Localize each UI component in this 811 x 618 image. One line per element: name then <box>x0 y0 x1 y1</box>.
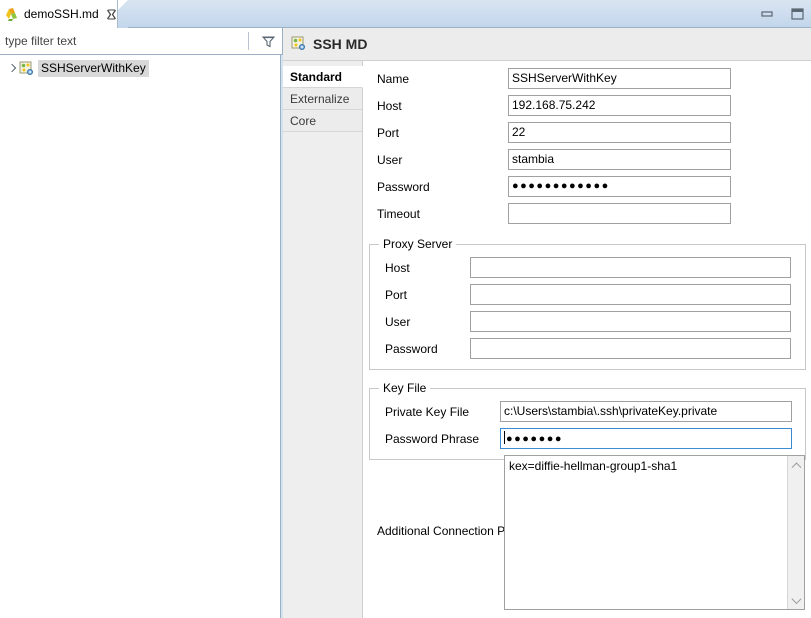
proxy-server-group: Proxy Server Host Port User Password <box>369 244 806 370</box>
acp-textarea-value[interactable]: kex=diffie-hellman-group1-sha1 <box>505 456 787 609</box>
proxy-row-password: Password <box>370 335 805 362</box>
editor-tab-label: demoSSH.md <box>24 7 99 21</box>
timeout-field[interactable] <box>508 203 731 224</box>
page-title: SSH MD <box>313 36 367 52</box>
editor-tab-demossh[interactable]: demoSSH.md <box>0 0 118 28</box>
port-label: Port <box>363 126 508 140</box>
proxy-row-port: Port <box>370 281 805 308</box>
proxy-server-group-title: Proxy Server <box>379 237 456 251</box>
filter-row <box>0 28 283 55</box>
scroll-down-icon[interactable] <box>788 592 805 609</box>
proxy-host-field[interactable] <box>470 257 791 278</box>
additional-connection-properties-textarea[interactable]: kex=diffie-hellman-group1-sha1 <box>504 455 805 610</box>
text-cursor <box>504 431 505 444</box>
application-window: demoSSH.md <box>0 0 811 618</box>
proxy-row-user: User <box>370 308 805 335</box>
list-item[interactable]: SSHServerWithKey <box>0 59 280 78</box>
key-file-row-private-key: Private Key File c:\Users\stambia\.ssh\p… <box>370 398 805 425</box>
field-row-timeout: Timeout <box>363 200 811 227</box>
timeout-label: Timeout <box>363 207 508 221</box>
vertical-scrollbar[interactable] <box>787 456 804 609</box>
stambia-file-icon <box>4 6 20 22</box>
scroll-up-icon[interactable] <box>788 456 805 473</box>
user-field[interactable]: stambia <box>508 149 731 170</box>
close-icon[interactable] <box>105 8 118 21</box>
tree-item-label: SSHServerWithKey <box>38 60 149 77</box>
password-label: Password <box>363 180 508 194</box>
form-side-tabs: Standard Externalize Core <box>283 61 363 618</box>
private-key-file-label: Private Key File <box>370 405 500 419</box>
field-row-password: Password ●●●●●●●●●●●● <box>363 173 811 200</box>
password-phrase-label: Password Phrase <box>370 432 500 446</box>
minimize-icon[interactable] <box>759 7 775 21</box>
field-row-host: Host 192.168.75.242 <box>363 92 811 119</box>
editor-tab-bar: demoSSH.md <box>0 0 811 28</box>
proxy-port-field[interactable] <box>470 284 791 305</box>
left-tree-panel: SSHServerWithKey Tree Selection <box>0 28 283 618</box>
key-file-group-title: Key File <box>379 381 430 395</box>
host-label: Host <box>363 99 508 113</box>
password-phrase-field[interactable]: ●●●●●●● <box>500 428 792 449</box>
tree-area[interactable]: SSHServerWithKey <box>0 55 281 618</box>
user-label: User <box>363 153 508 167</box>
port-field[interactable]: 22 <box>508 122 731 143</box>
ssh-md-icon <box>291 36 307 52</box>
proxy-user-label: User <box>370 315 470 329</box>
proxy-password-field[interactable] <box>470 338 791 359</box>
field-row-name: Name SSHServerWithKey <box>363 65 811 92</box>
password-phrase-value: ●●●●●●● <box>506 433 563 445</box>
tab-core[interactable]: Core <box>283 110 362 132</box>
host-field[interactable]: 192.168.75.242 <box>508 95 731 116</box>
tab-externalize[interactable]: Externalize <box>283 88 362 110</box>
proxy-host-label: Host <box>370 261 470 275</box>
name-field[interactable]: SSHServerWithKey <box>508 68 731 89</box>
window-controls <box>759 0 805 28</box>
key-file-group: Key File Private Key File c:\Users\stamb… <box>369 388 806 460</box>
name-label: Name <box>363 72 508 86</box>
proxy-user-field[interactable] <box>470 311 791 332</box>
field-row-port: Port 22 <box>363 119 811 146</box>
form-header: SSH MD <box>283 28 811 61</box>
proxy-password-label: Password <box>370 342 470 356</box>
password-field[interactable]: ●●●●●●●●●●●● <box>508 176 731 197</box>
tab-corner-decoration <box>118 0 128 28</box>
proxy-row-host: Host <box>370 254 805 281</box>
filter-input[interactable] <box>0 29 246 53</box>
maximize-icon[interactable] <box>789 7 805 21</box>
editor-form-panel: SSH MD Standard Externalize Core Name SS… <box>283 28 811 618</box>
chevron-right-icon[interactable] <box>5 62 19 76</box>
funnel-filter-icon[interactable] <box>254 29 282 54</box>
private-key-file-field[interactable]: c:\Users\stambia\.ssh\privateKey.private <box>500 401 792 422</box>
toolbar-divider <box>248 32 249 50</box>
key-file-row-password-phrase: Password Phrase ●●●●●●● <box>370 425 805 452</box>
proxy-port-label: Port <box>370 288 470 302</box>
field-row-user: User stambia <box>363 146 811 173</box>
ssh-md-icon <box>19 61 35 77</box>
tab-standard[interactable]: Standard <box>283 66 363 88</box>
